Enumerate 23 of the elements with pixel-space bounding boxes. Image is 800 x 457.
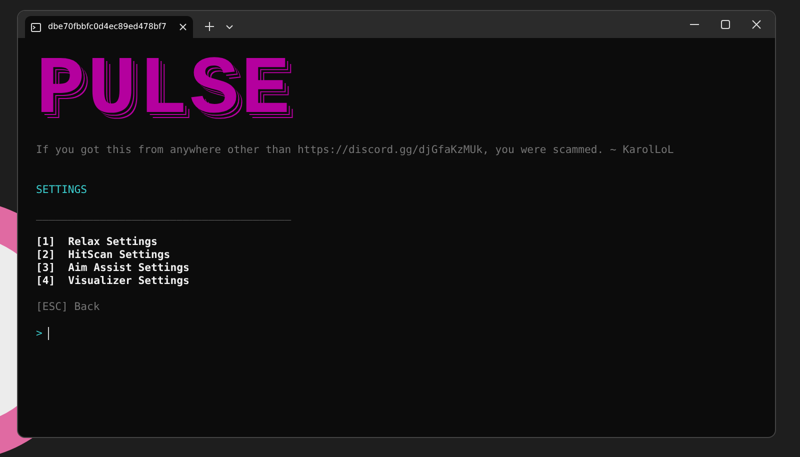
menu-key: [1] [36, 236, 56, 248]
menu-option[interactable]: HitScan Settings [68, 249, 170, 261]
prompt-symbol: > [36, 327, 42, 340]
tab-title: dbe70fbbfc0d4ec89ed478bf7 [48, 21, 168, 33]
menu-key: [3] [36, 262, 56, 274]
terminal-icon [31, 22, 41, 32]
menu-key: [2] [36, 249, 56, 261]
notice-text: If you got this from anywhere other than https://discord.gg/djGfaKzMUk, you were scammed. ~ KarolLoL [36, 144, 674, 156]
divider-text: ________________________________________ [36, 209, 292, 221]
add-tab-icon[interactable] [205, 22, 214, 31]
maximize-icon[interactable] [721, 20, 730, 29]
dropdown-chevron-icon[interactable] [226, 25, 233, 29]
terminal-tab[interactable]: dbe70fbbfc0d4ec89ed478bf7 [25, 16, 193, 38]
menu-option[interactable]: Aim Assist Settings [68, 262, 190, 274]
close-icon[interactable] [179, 23, 187, 31]
heading-text: SETTINGS [36, 184, 88, 196]
menu-option[interactable]: Visualizer Settings [68, 275, 190, 287]
text-cursor [48, 327, 50, 340]
logo-text: PULSE [36, 52, 292, 130]
menu-option[interactable]: Relax Settings [68, 236, 158, 248]
back-option: [ESC] Back [36, 301, 100, 313]
menu-key: [4] [36, 275, 56, 287]
close-icon[interactable] [752, 20, 761, 29]
